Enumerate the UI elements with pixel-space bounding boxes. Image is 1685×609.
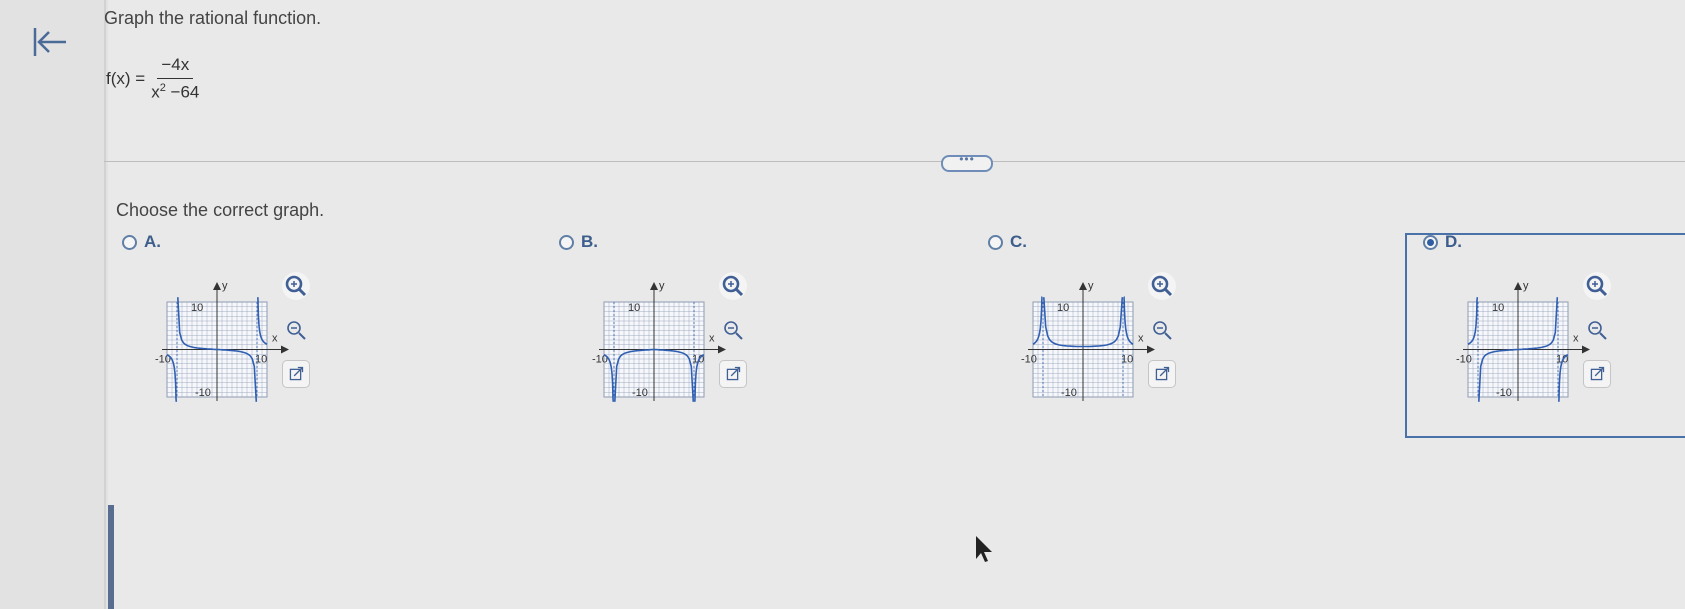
left-gutter <box>0 0 108 609</box>
y-axis-arrow <box>1079 282 1087 290</box>
y-max-label: 10 <box>1057 302 1069 314</box>
y-max-label: 10 <box>191 302 203 314</box>
radio-b[interactable] <box>559 234 574 250</box>
graph-a: yx-10 1010-10 <box>155 280 289 402</box>
open-new-window-icon <box>289 366 304 381</box>
arrow-left-bar-icon <box>33 28 66 56</box>
function-formula: f(x) = −4x x2 −64 <box>106 55 199 103</box>
y-axis-label: y <box>659 280 665 292</box>
y-axis-label: y <box>1088 280 1094 292</box>
open-graph-button[interactable] <box>282 360 310 388</box>
function-denominator: x2 −64 <box>151 79 199 103</box>
radio-c[interactable] <box>988 234 1003 250</box>
denominator-base: x <box>151 82 160 102</box>
zoom-in-icon <box>1151 275 1173 297</box>
option-c-letter: C. <box>1010 232 1027 251</box>
zoom-in-button[interactable] <box>282 272 310 300</box>
option-b-select[interactable]: B. <box>559 232 598 252</box>
question-instruction: Graph the rational function. <box>104 8 322 28</box>
open-graph-button[interactable] <box>1148 360 1176 388</box>
selected-answer-box <box>1405 233 1685 438</box>
function-lhs: f(x) = <box>106 68 146 88</box>
y-max-label: 10 <box>628 302 640 314</box>
y-min-label: -10 <box>195 387 211 399</box>
open-new-window-icon <box>1155 366 1170 381</box>
zoom-in-icon <box>722 275 744 297</box>
divider-handle[interactable]: ••• <box>941 152 993 172</box>
open-graph-button[interactable] <box>719 360 747 388</box>
x-axis-label: x <box>272 333 278 345</box>
zoom-out-button[interactable] <box>719 316 747 344</box>
graph-c: yx-10 1010-10 <box>1021 280 1155 401</box>
option-c-select[interactable]: C. <box>988 232 1027 252</box>
zoom-in-icon <box>285 275 307 297</box>
y-min-label: -10 <box>1061 387 1077 399</box>
x-axis-label: x <box>709 333 715 345</box>
y-min-label: -10 <box>632 387 648 399</box>
x-axis-label: x <box>1138 333 1144 345</box>
zoom-out-icon <box>287 321 306 340</box>
graph-b: yx-10 1010-10 <box>592 280 726 402</box>
zoom-in-button[interactable] <box>719 272 747 300</box>
y-axis-arrow <box>650 282 658 290</box>
left-scroll-bar[interactable] <box>108 505 114 609</box>
prompt-text: Choose the correct graph. <box>116 200 325 220</box>
zoom-out-icon <box>724 321 743 340</box>
option-a-letter: A. <box>144 232 161 251</box>
y-axis-arrow <box>213 282 221 290</box>
radio-a[interactable] <box>122 234 137 250</box>
denominator-rest: −64 <box>165 82 200 102</box>
open-new-window-icon <box>726 366 741 381</box>
graph-tools-c <box>1148 272 1176 404</box>
zoom-out-icon <box>1153 321 1172 340</box>
graph-tools-b <box>719 272 747 404</box>
back-button[interactable] <box>30 22 70 62</box>
graph-tools-a <box>282 272 310 404</box>
x-min-label: -10 <box>1021 354 1037 366</box>
function-fraction: −4x x2 −64 <box>151 55 199 103</box>
zoom-out-button[interactable] <box>282 316 310 344</box>
option-a-select[interactable]: A. <box>122 232 161 252</box>
zoom-out-button[interactable] <box>1148 316 1176 344</box>
function-numerator: −4x <box>157 55 194 79</box>
more-dots-icon: ••• <box>959 152 975 166</box>
y-axis-label: y <box>222 280 228 292</box>
zoom-in-button[interactable] <box>1148 272 1176 300</box>
section-divider <box>104 161 1685 162</box>
mouse-cursor-icon <box>976 536 992 562</box>
option-b-letter: B. <box>581 232 598 251</box>
